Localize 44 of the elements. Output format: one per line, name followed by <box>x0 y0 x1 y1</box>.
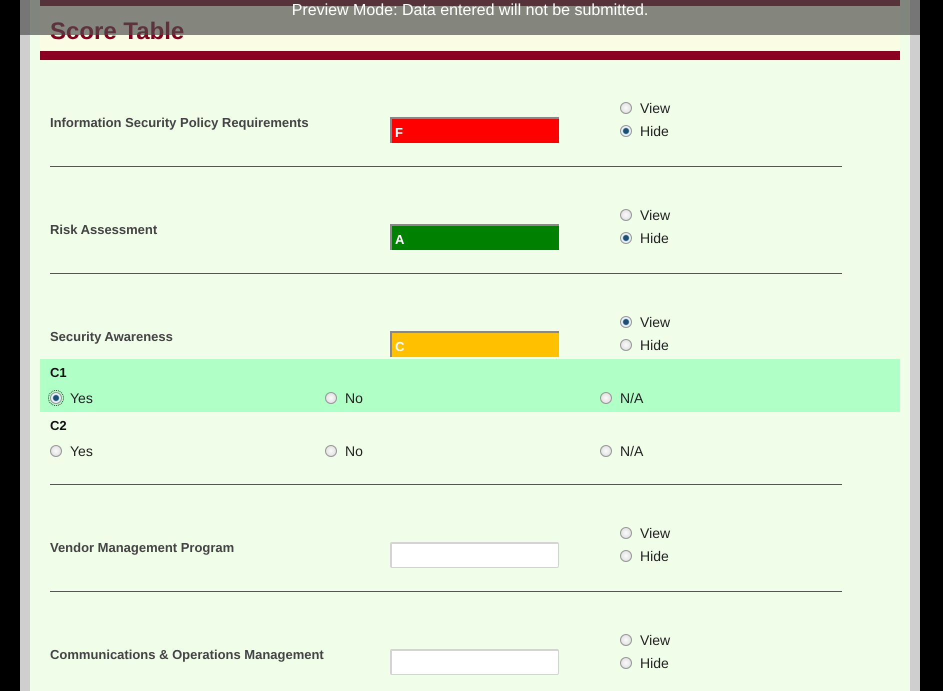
section-label: Communications & Operations Management <box>50 647 325 662</box>
radio-label: Hide <box>640 654 669 670</box>
radio-button[interactable] <box>620 550 632 562</box>
radio-button[interactable] <box>325 392 337 404</box>
section-label: Vendor Management Program <box>50 540 236 555</box>
section-label: Risk Assessment <box>50 222 158 237</box>
radio-label: View <box>640 632 670 648</box>
radio-label: Hide <box>640 230 669 246</box>
radio-button[interactable] <box>600 392 612 404</box>
section-label: Information Security Policy Requirements <box>50 115 310 130</box>
radio-label: View <box>640 206 670 222</box>
radio-label: Hide <box>640 122 669 138</box>
radio-label: No <box>345 390 363 406</box>
radio-button[interactable] <box>600 444 612 456</box>
radio-label: Yes <box>70 390 93 406</box>
radio-label: Hide <box>640 548 669 564</box>
radio-button[interactable] <box>325 444 337 456</box>
radio-label: Hide <box>640 336 669 352</box>
grade-field[interactable] <box>390 542 559 568</box>
question-label: C1 <box>50 365 68 382</box>
banner-text: Preview Mode: Data entered will not be submitted. <box>292 1 648 21</box>
radio-button[interactable] <box>620 232 632 244</box>
radio-button[interactable] <box>620 338 632 350</box>
section-label: Security Awareness <box>50 329 174 344</box>
radio-label: No <box>345 442 363 458</box>
radio-button[interactable] <box>50 392 62 404</box>
radio-label: Yes <box>70 442 93 458</box>
radio-button[interactable] <box>620 102 632 114</box>
grade-field[interactable]: F <box>390 117 559 143</box>
radio-label: View <box>640 524 670 540</box>
radio-button[interactable] <box>620 656 632 668</box>
radio-button[interactable] <box>620 316 632 328</box>
radio-label: N/A <box>620 442 644 458</box>
radio-button[interactable] <box>620 634 632 646</box>
radio-label: View <box>640 314 670 330</box>
radio-label: View <box>640 100 670 116</box>
question-label: C2 <box>50 418 68 435</box>
grade-field[interactable] <box>390 649 559 675</box>
radio-label: N/A <box>620 390 644 406</box>
radio-button[interactable] <box>50 444 62 456</box>
radio-button[interactable] <box>620 208 632 220</box>
radio-button[interactable] <box>620 124 632 136</box>
grade-field[interactable]: A <box>390 224 559 250</box>
radio-button[interactable] <box>620 526 632 538</box>
